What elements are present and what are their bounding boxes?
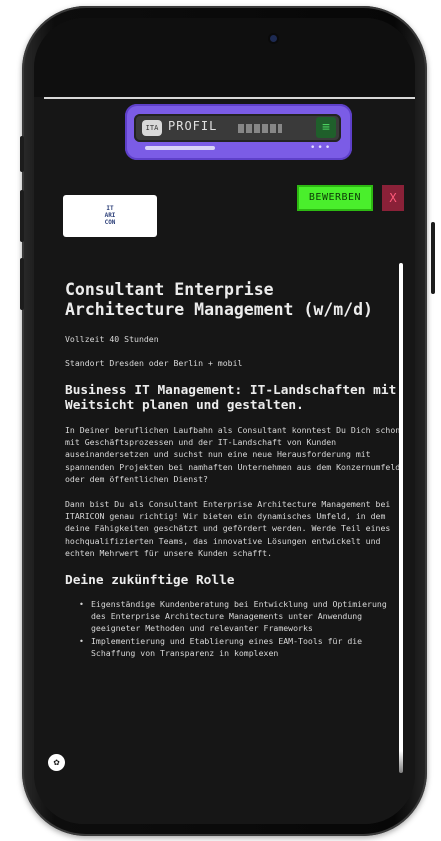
profil-progress-bar — [145, 146, 215, 150]
profil-dots-icon: ••• — [310, 143, 333, 153]
profil-display: ITA PROFIL ≡ — [134, 114, 341, 142]
job-content: Consultant Enterprise Architecture Manag… — [65, 280, 402, 659]
phone-side-button-left-1 — [20, 136, 24, 172]
job-subtitle: Business IT Management: IT-Landschaften … — [65, 383, 397, 413]
job-location: Standort Dresden oder Berlin + mobil — [65, 358, 243, 368]
phone-screen: ITA PROFIL ≡ ••• BEWERBEN X IT ARI CON C… — [34, 18, 415, 824]
role-bullet-list: Eigenständige Kundenberatung bei Entwick… — [65, 598, 402, 659]
profil-avatar-icon: ITA — [142, 120, 162, 136]
profil-signal-bars — [238, 124, 282, 133]
company-logo: IT ARI CON — [63, 195, 157, 237]
close-button[interactable]: X — [382, 185, 404, 211]
job-paragraph-company: Dann bist Du als Consultant Enterprise A… — [65, 499, 391, 558]
list-item: Eigenständige Kundenberatung bei Entwick… — [79, 598, 402, 635]
profil-widget[interactable]: ITA PROFIL ≡ ••• — [125, 104, 352, 160]
scrollbar[interactable] — [399, 263, 403, 773]
header-divider — [44, 97, 415, 99]
front-camera-icon — [270, 35, 277, 42]
menu-icon[interactable]: ≡ — [316, 117, 336, 138]
job-title: Consultant Enterprise Architecture Manag… — [65, 280, 373, 319]
phone-side-button-right — [431, 222, 435, 294]
status-bar — [34, 18, 415, 97]
bottom-fade — [34, 751, 415, 824]
list-item: Implementierung und Etablierung eines EA… — [79, 635, 402, 659]
company-logo-text: IT ARI CON — [104, 205, 116, 226]
apply-button[interactable]: BEWERBEN — [297, 185, 373, 211]
section-heading-role: Deine zukünftige Rolle — [65, 573, 235, 589]
phone-side-button-left-3 — [20, 258, 24, 310]
profil-label: PROFIL — [168, 119, 218, 133]
phone-side-button-left-2 — [20, 190, 24, 242]
job-hours: Vollzeit 40 Stunden — [65, 334, 159, 344]
cookie-icon[interactable]: ✿ — [48, 754, 65, 771]
job-paragraph-intro: In Deiner beruflichen Laufbahn als Consu… — [65, 425, 401, 484]
